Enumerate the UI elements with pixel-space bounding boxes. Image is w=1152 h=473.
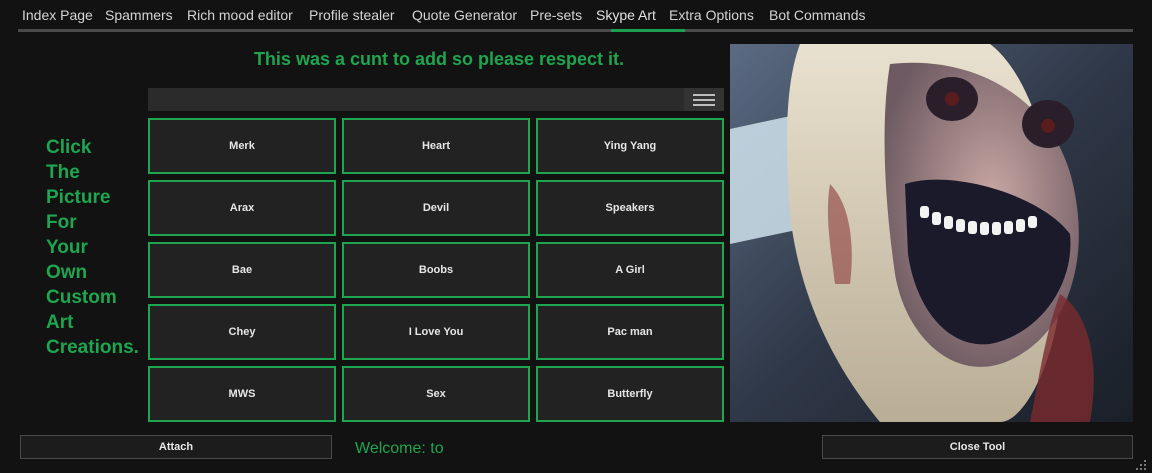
art-button-ying-yang[interactable]: Ying Yang (536, 118, 724, 174)
app-window: Index Page Spammers Rich mood editor Pro… (0, 0, 1152, 473)
instruction-word: Click (46, 137, 92, 158)
tab-skype-art[interactable]: Skype Art (596, 0, 656, 30)
art-button-butterfly[interactable]: Butterfly (536, 366, 724, 422)
search-input[interactable] (148, 88, 684, 111)
art-button-arax[interactable]: Arax (148, 180, 336, 236)
art-button-devil[interactable]: Devil (342, 180, 530, 236)
tab-profile-stealer[interactable]: Profile stealer (309, 0, 395, 30)
art-button-mws[interactable]: MWS (148, 366, 336, 422)
instruction-word: Your (46, 237, 88, 258)
portrait-image (730, 44, 1133, 422)
tab-index-page[interactable]: Index Page (22, 0, 93, 30)
art-button-merk[interactable]: Merk (148, 118, 336, 174)
tab-quote-generator[interactable]: Quote Generator (412, 0, 517, 30)
search-bar (148, 88, 724, 111)
art-button-pac-man[interactable]: Pac man (536, 304, 724, 360)
page-headline: This was a cunt to add so please respect… (253, 49, 625, 69)
tab-spammers[interactable]: Spammers (105, 0, 173, 30)
art-button-grid: Merk Heart Ying Yang Arax Devil Speakers… (148, 118, 724, 422)
welcome-text: Welcome: to (355, 440, 444, 457)
active-tab-indicator (611, 29, 685, 32)
instruction-text: Click The Picture For Your Own Custom Ar… (46, 135, 146, 360)
instruction-word: For (46, 212, 77, 233)
art-button-i-love-you[interactable]: I Love You (342, 304, 530, 360)
tab-bar: Index Page Spammers Rich mood editor Pro… (18, 0, 1133, 32)
attach-button[interactable]: Attach (20, 435, 332, 459)
resize-grip-icon[interactable] (1136, 460, 1146, 470)
tab-bot-commands[interactable]: Bot Commands (769, 0, 865, 30)
tab-rich-mood-editor[interactable]: Rich mood editor (187, 0, 293, 30)
art-button-heart[interactable]: Heart (342, 118, 530, 174)
tab-extra-options[interactable]: Extra Options (669, 0, 754, 30)
instruction-word: The (46, 162, 80, 183)
art-button-chey[interactable]: Chey (148, 304, 336, 360)
tab-pre-sets[interactable]: Pre-sets (530, 0, 582, 30)
instruction-word: Own (46, 262, 88, 283)
instruction-word: Art (46, 312, 74, 333)
art-button-bae[interactable]: Bae (148, 242, 336, 298)
art-button-a-girl[interactable]: A Girl (536, 242, 724, 298)
hamburger-menu-icon[interactable] (684, 88, 724, 111)
art-button-speakers[interactable]: Speakers (536, 180, 724, 236)
close-tool-button[interactable]: Close Tool (822, 435, 1133, 459)
custom-art-picture[interactable] (730, 44, 1133, 422)
instruction-word: Creations. (46, 337, 139, 358)
art-button-boobs[interactable]: Boobs (342, 242, 530, 298)
art-button-sex[interactable]: Sex (342, 366, 530, 422)
instruction-word: Custom (46, 287, 117, 308)
instruction-word: Picture (46, 187, 111, 208)
